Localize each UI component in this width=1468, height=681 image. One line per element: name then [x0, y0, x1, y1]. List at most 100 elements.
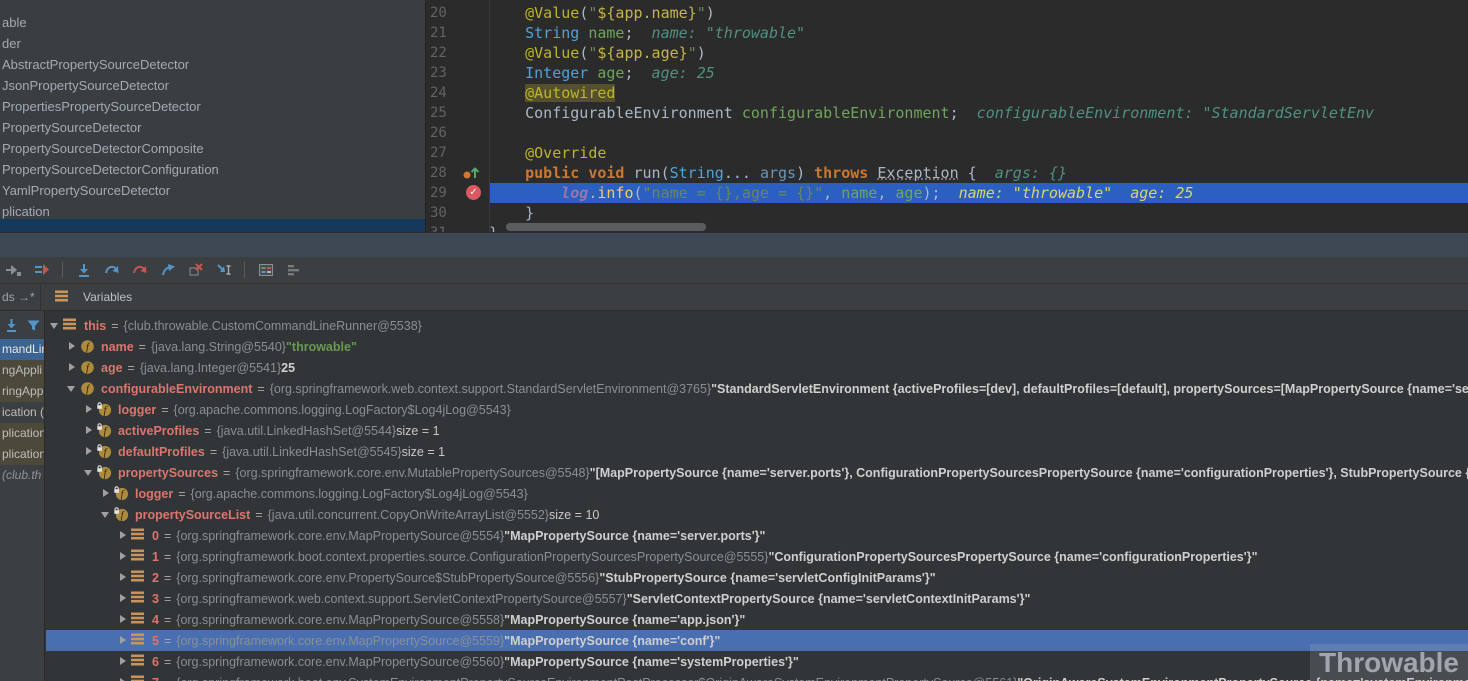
frame-row[interactable]: ication (	[0, 402, 44, 423]
tree-toggle-icon[interactable]	[117, 551, 129, 562]
tree-toggle-icon[interactable]	[49, 321, 61, 331]
tree-toggle-icon[interactable]	[66, 362, 78, 373]
frame-row[interactable]: plication	[0, 423, 44, 444]
value-icon	[63, 318, 80, 333]
variable-row[interactable]: 3 = {org.springframework.web.context.suppo…	[46, 588, 1468, 609]
tree-toggle-icon[interactable]	[117, 593, 129, 604]
code-token: )	[696, 44, 706, 62]
step-over-icon[interactable]	[72, 259, 95, 282]
class-list-item[interactable]: YamlPropertySourceDetector	[0, 180, 425, 201]
code-line[interactable]: 30 }	[426, 203, 1468, 223]
evaluate-expression-icon[interactable]	[254, 259, 277, 282]
line-number[interactable]: 29	[426, 183, 460, 203]
drop-frame-icon[interactable]	[184, 259, 207, 282]
tree-toggle-icon[interactable]	[83, 404, 95, 415]
variable-value-part: {org.springframework.web.context.support…	[269, 381, 712, 396]
variable-row[interactable]: f age = {java.lang.Integer@5541} 25	[46, 357, 1468, 378]
frame-row[interactable]: mandLin	[0, 339, 44, 360]
frame-row[interactable]: (club.th	[0, 465, 44, 486]
code-line[interactable]: 24 @Autowired	[426, 83, 1468, 103]
show-execution-point-icon[interactable]	[30, 259, 53, 282]
variable-row[interactable]: this = {club.throwable.CustomCommandLineRu…	[46, 315, 1468, 336]
collapse-frames-icon[interactable]	[4, 318, 19, 339]
frames-filter-icon[interactable]	[26, 318, 41, 339]
variable-row[interactable]: 5 = {org.springframework.core.env.MapPrope…	[46, 630, 1468, 651]
line-number[interactable]: 21	[426, 23, 460, 43]
step-out-icon[interactable]	[156, 259, 179, 282]
class-list-item[interactable]: der	[0, 33, 425, 54]
variable-row[interactable]: 2 = {org.springframework.core.env.Property…	[46, 567, 1468, 588]
variable-row[interactable]: 7 = {org.springframework.boot.env.SystemEn…	[46, 672, 1468, 681]
force-step-into-icon[interactable]	[128, 259, 151, 282]
line-number[interactable]: 24	[426, 83, 460, 103]
code-line[interactable]: 20 @Value("${app.name}")	[426, 3, 1468, 23]
threads-tab-fragment[interactable]: ds →*	[0, 290, 40, 304]
variable-row[interactable]: 6 = {org.springframework.core.env.MapPrope…	[46, 651, 1468, 672]
frame-row[interactable]: plication	[0, 444, 44, 465]
restore-layout-icon[interactable]	[282, 259, 305, 282]
variable-row[interactable]: f propertySources = {org.springframework.co…	[46, 462, 1468, 483]
variable-name: 3	[152, 591, 159, 606]
frame-row[interactable]: ringApp	[0, 381, 44, 402]
tree-toggle-icon[interactable]	[83, 425, 95, 436]
code-line[interactable]: 27 @Override	[426, 143, 1468, 163]
tree-toggle-icon[interactable]	[117, 572, 129, 583]
variable-row[interactable]: f defaultProfiles = {java.util.LinkedHashSe…	[46, 441, 1468, 462]
line-number[interactable]: 20	[426, 3, 460, 23]
class-list-item[interactable]: JsonPropertySourceDetector	[0, 75, 425, 96]
code-line[interactable]: 21 String name; name: "throwable"	[426, 23, 1468, 43]
line-number[interactable]: 25	[426, 103, 460, 123]
code-line[interactable]: 28 public void run(String... args) throw…	[426, 163, 1468, 183]
line-number[interactable]: 31	[426, 223, 460, 232]
tree-toggle-icon[interactable]	[117, 530, 129, 541]
variable-row[interactable]: 4 = {org.springframework.core.env.MapPrope…	[46, 609, 1468, 630]
class-list-item[interactable]: PropertySourceDetector	[0, 117, 425, 138]
class-list-item[interactable]: PropertiesPropertySourceDetector	[0, 96, 425, 117]
class-list-item[interactable]: PropertySourceDetectorComposite	[0, 138, 425, 159]
tree-toggle-icon[interactable]	[117, 656, 129, 667]
variable-row[interactable]: 1 = {org.springframework.boot.context.prop…	[46, 546, 1468, 567]
tree-toggle-icon[interactable]	[83, 468, 95, 478]
variable-row[interactable]: f configurableEnvironment = {org.springfram…	[46, 378, 1468, 399]
tree-toggle-icon[interactable]	[117, 635, 129, 646]
class-list-item[interactable]: able	[0, 12, 425, 33]
line-number[interactable]: 23	[426, 63, 460, 83]
line-number[interactable]: 27	[426, 143, 460, 163]
tree-toggle-icon[interactable]	[83, 446, 95, 457]
variable-row[interactable]: f activeProfiles = {java.util.LinkedHashSet…	[46, 420, 1468, 441]
run-to-cursor-icon[interactable]	[212, 259, 235, 282]
variable-row[interactable]: f logger = {org.apache.commons.logging.LogF…	[46, 483, 1468, 504]
editor-horizontal-scrollbar[interactable]	[496, 223, 1136, 231]
tab-variables[interactable]: Variables	[40, 284, 146, 310]
code-line[interactable]: 26	[426, 123, 1468, 143]
line-number[interactable]: 22	[426, 43, 460, 63]
class-list-item[interactable]: AbstractPropertySourceDetector	[0, 54, 425, 75]
run-fragment-icon[interactable]	[2, 259, 25, 282]
variable-row[interactable]: f propertySourceList = {java.util.concurren…	[46, 504, 1468, 525]
code-editor[interactable]: 20 @Value("${app.name}") 21 String name; …	[425, 0, 1468, 232]
code-line[interactable]: 29 ✓ log.info("name = {},age = {}", name,…	[426, 183, 1468, 203]
tree-toggle-icon[interactable]	[66, 341, 78, 352]
variable-row[interactable]: f name = {java.lang.String@5540} "throwable…	[46, 336, 1468, 357]
code-token: age	[895, 184, 923, 202]
line-number[interactable]: 26	[426, 123, 460, 143]
variable-row[interactable]: 0 = {org.springframework.core.env.MapPrope…	[46, 525, 1468, 546]
scrollbar-thumb[interactable]	[506, 223, 706, 231]
breakpoint-icon[interactable]: ✓	[460, 183, 489, 203]
variable-row[interactable]: f logger = {org.apache.commons.logging.LogF…	[46, 399, 1468, 420]
tree-toggle-icon[interactable]	[100, 488, 112, 499]
code-line[interactable]: 22 @Value("${app.age}")	[426, 43, 1468, 63]
line-number[interactable]: 28	[426, 163, 460, 183]
step-into-icon[interactable]	[100, 259, 123, 282]
class-list-item[interactable]: PropertySourceDetectorConfiguration	[0, 159, 425, 180]
class-list-selected-row[interactable]	[0, 219, 425, 232]
code-line[interactable]: 25 ConfigurableEnvironment configurableE…	[426, 103, 1468, 123]
tree-toggle-icon[interactable]	[66, 384, 78, 394]
frame-row[interactable]: ngAppli	[0, 360, 44, 381]
code-line[interactable]: 23 Integer age; age: 25	[426, 63, 1468, 83]
tree-toggle-icon[interactable]	[117, 614, 129, 625]
tree-toggle-icon[interactable]	[100, 510, 112, 520]
tree-toggle-icon[interactable]	[117, 677, 129, 681]
line-number[interactable]: 30	[426, 203, 460, 223]
